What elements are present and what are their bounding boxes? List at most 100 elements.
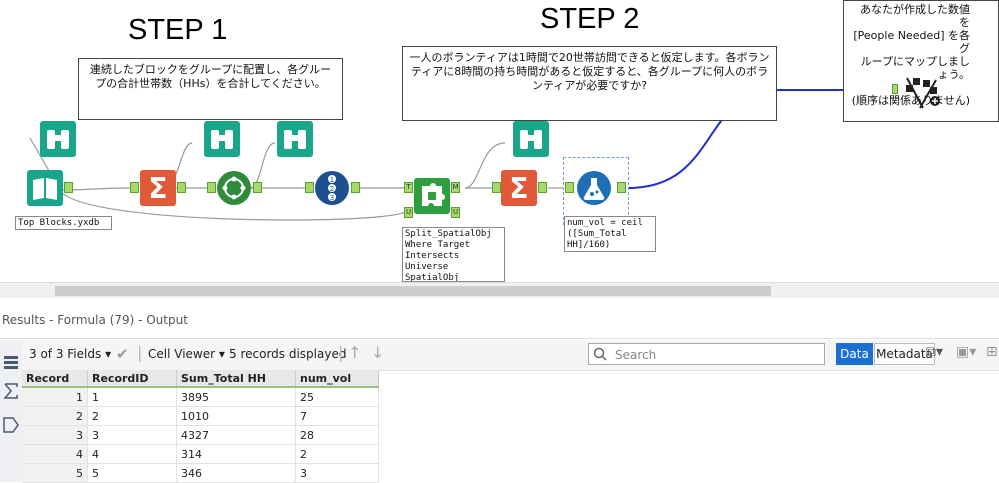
cell-viewer-dropdown[interactable]: Cell Viewer ▾ (148, 347, 225, 361)
summarize2-output-anchor[interactable] (538, 182, 547, 193)
cell-recordid[interactable]: 4 (87, 444, 177, 464)
cell-recordid[interactable]: 3 (87, 425, 177, 445)
cell-recordid[interactable]: 1 (87, 387, 177, 407)
data-tab-button[interactable]: Data (836, 343, 873, 365)
toolbar-separator: | (338, 343, 344, 362)
cell-sum-total-hh[interactable]: 4327 (176, 425, 296, 445)
cell-sum-total-hh[interactable]: 1010 (176, 406, 296, 426)
results-table: Record RecordID Sum_Total HH num_vol 113… (22, 370, 379, 483)
svg-text:Σ: Σ (148, 172, 167, 205)
input-tool-annotation: Top Blocks.yxdb (15, 216, 112, 230)
table-row[interactable]: 5 5 346 3 (22, 463, 379, 483)
cell-sum-total-hh[interactable]: 314 (176, 444, 296, 464)
scrollbar-thumb[interactable] (55, 286, 771, 296)
cell-num-vol[interactable]: 7 (295, 406, 379, 426)
results-left-rail (0, 340, 23, 482)
spatial-target-anchor[interactable]: T (404, 182, 413, 193)
step1-title: STEP 1 (128, 14, 228, 46)
formula-tool[interactable] (576, 170, 612, 206)
table-header-row: Record RecordID Sum_Total HH num_vol (22, 370, 379, 388)
cell-recordid[interactable]: 5 (87, 463, 177, 483)
checkmark-icon[interactable]: ✔ (116, 345, 129, 363)
formula-input-anchor[interactable] (565, 182, 574, 193)
copy-icon[interactable]: ⧉▾ (926, 344, 943, 360)
binoculars-icon (40, 121, 76, 157)
search-icon (593, 347, 607, 361)
puzzle-icon (414, 178, 450, 214)
column-header[interactable]: RecordID (87, 370, 177, 388)
summarize2-input-anchor[interactable] (492, 182, 501, 193)
browse-tool-4[interactable] (513, 121, 549, 157)
list-view-icon[interactable] (2, 354, 20, 372)
formula-output-anchor[interactable] (617, 182, 626, 193)
summarize1-output-anchor[interactable] (177, 182, 186, 193)
binoculars-icon (277, 121, 313, 157)
output-input-anchor[interactable] (892, 84, 898, 94)
recordid-input-anchor[interactable] (305, 182, 314, 193)
svg-text:1: 1 (330, 176, 334, 184)
binoculars-icon (513, 121, 549, 157)
step2-title: STEP 2 (540, 3, 640, 35)
records-count: 5 records displayed (229, 347, 347, 361)
cell-sum-total-hh[interactable]: 346 (176, 463, 296, 483)
input-output-anchor[interactable] (64, 182, 73, 193)
recordid-output-anchor[interactable] (351, 182, 360, 193)
makegroup-output-anchor[interactable] (253, 182, 262, 193)
canvas-horizontal-scrollbar[interactable] (0, 282, 999, 299)
sigma-icon: Σ (140, 170, 176, 206)
record-number: 4 (22, 444, 88, 464)
spatial-matched-anchor[interactable]: M (451, 182, 460, 193)
spatial-unmatched-anchor[interactable]: U (451, 207, 460, 218)
cell-num-vol[interactable]: 3 (295, 463, 379, 483)
browse-tool-2[interactable] (204, 121, 240, 157)
summarize1-input-anchor[interactable] (130, 182, 139, 193)
record-id-tool[interactable]: 123 (314, 170, 350, 206)
make-group-tool[interactable] (216, 170, 252, 206)
spatial-match-tool[interactable] (414, 178, 450, 214)
column-header[interactable]: Sum_Total HH (176, 370, 296, 388)
table-row[interactable]: 3 3 4327 28 (22, 425, 379, 445)
record-number: 5 (22, 463, 88, 483)
arrow-down-icon[interactable]: ↓ (371, 343, 384, 362)
table-row[interactable]: 2 2 1010 7 (22, 406, 379, 426)
results-header: Results - Formula (79) - Output (0, 298, 999, 339)
cell-sum-total-hh[interactable]: 3895 (176, 387, 296, 407)
results-title: Results - Formula (79) - Output (2, 313, 188, 327)
cell-recordid[interactable]: 2 (87, 406, 177, 426)
search-input[interactable] (613, 346, 822, 364)
column-header[interactable]: Record (22, 370, 88, 388)
table-row[interactable]: 4 4 314 2 (22, 444, 379, 464)
record-number: 1 (22, 387, 88, 407)
flask-icon (577, 171, 611, 205)
output-tool[interactable] (903, 76, 943, 110)
input-data-tool[interactable] (27, 170, 63, 206)
browse-tool-1[interactable] (40, 121, 76, 157)
cell-num-vol[interactable]: 25 (295, 387, 379, 407)
table-row[interactable]: 1 1 3895 25 (22, 387, 379, 407)
browse-tool-3[interactable] (277, 121, 313, 157)
spatial-universe-anchor[interactable]: U (404, 207, 413, 218)
tag-tab-icon[interactable] (2, 416, 20, 434)
record-number: 2 (22, 406, 88, 426)
comment-step1[interactable]: 連続したブロックをグループに配置し、各グループの合計世帯数（HHs）を合計してく… (78, 58, 343, 120)
search-box[interactable] (588, 343, 825, 365)
chevron-down-icon: ▾ (218, 347, 225, 361)
fields-dropdown[interactable]: 3 of 3 Fields ▾ (29, 347, 111, 361)
summarize-tool-2[interactable]: Σ (501, 170, 537, 206)
sigma-icon: Σ (501, 170, 537, 206)
export-icon[interactable]: ⊞ (986, 344, 998, 360)
arrow-up-icon[interactable]: ↑ (348, 343, 361, 362)
formula-tool-annotation: num_vol = ceil ([Sum_Total HH]/160) (564, 216, 656, 252)
summarize-tool-1[interactable]: Σ (140, 170, 176, 206)
cell-num-vol[interactable]: 28 (295, 425, 379, 445)
svg-text:2: 2 (330, 185, 334, 193)
workflow-canvas[interactable]: STEP 1 STEP 2 連続したブロックをグループに配置し、各グループの合計… (0, 0, 999, 282)
makegroup-input-anchor[interactable] (207, 182, 216, 193)
column-header[interactable]: num_vol (295, 370, 379, 388)
chevron-down-icon: ▾ (105, 347, 112, 361)
save-icon[interactable]: ▣▾ (956, 344, 976, 360)
cell-num-vol[interactable]: 2 (295, 444, 379, 464)
sigma-tab-icon[interactable] (2, 382, 20, 400)
comment-step2[interactable]: 一人のボランティアは1時間で20世帯訪問できると仮定します。各ボランティアに8時… (402, 46, 777, 121)
svg-text:Σ: Σ (509, 172, 528, 205)
